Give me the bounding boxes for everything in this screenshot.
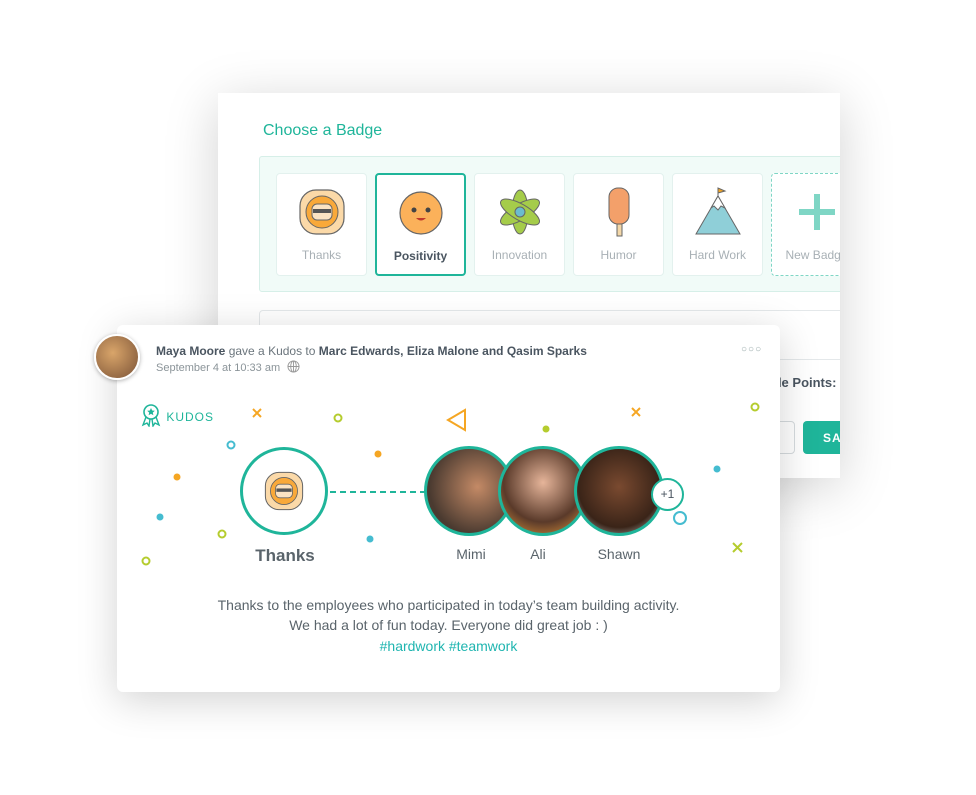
confetti-decoration	[141, 402, 760, 566]
recipient-name: Ali	[530, 546, 546, 562]
badge-thanks-circle	[240, 447, 328, 535]
recipient-name: Shawn	[597, 546, 641, 562]
sun-face-icon	[264, 471, 304, 511]
connector-line	[330, 491, 426, 493]
more-recipients-badge[interactable]: +1	[651, 478, 684, 511]
post-hashtags[interactable]: #hardwork #teamwork	[117, 638, 780, 654]
badge-name: Thanks	[255, 546, 315, 565]
post-message-line-2: We had a lot of fun today. Everyone did …	[289, 617, 608, 633]
post-message-line-1: Thanks to the employees who participated…	[217, 597, 680, 613]
